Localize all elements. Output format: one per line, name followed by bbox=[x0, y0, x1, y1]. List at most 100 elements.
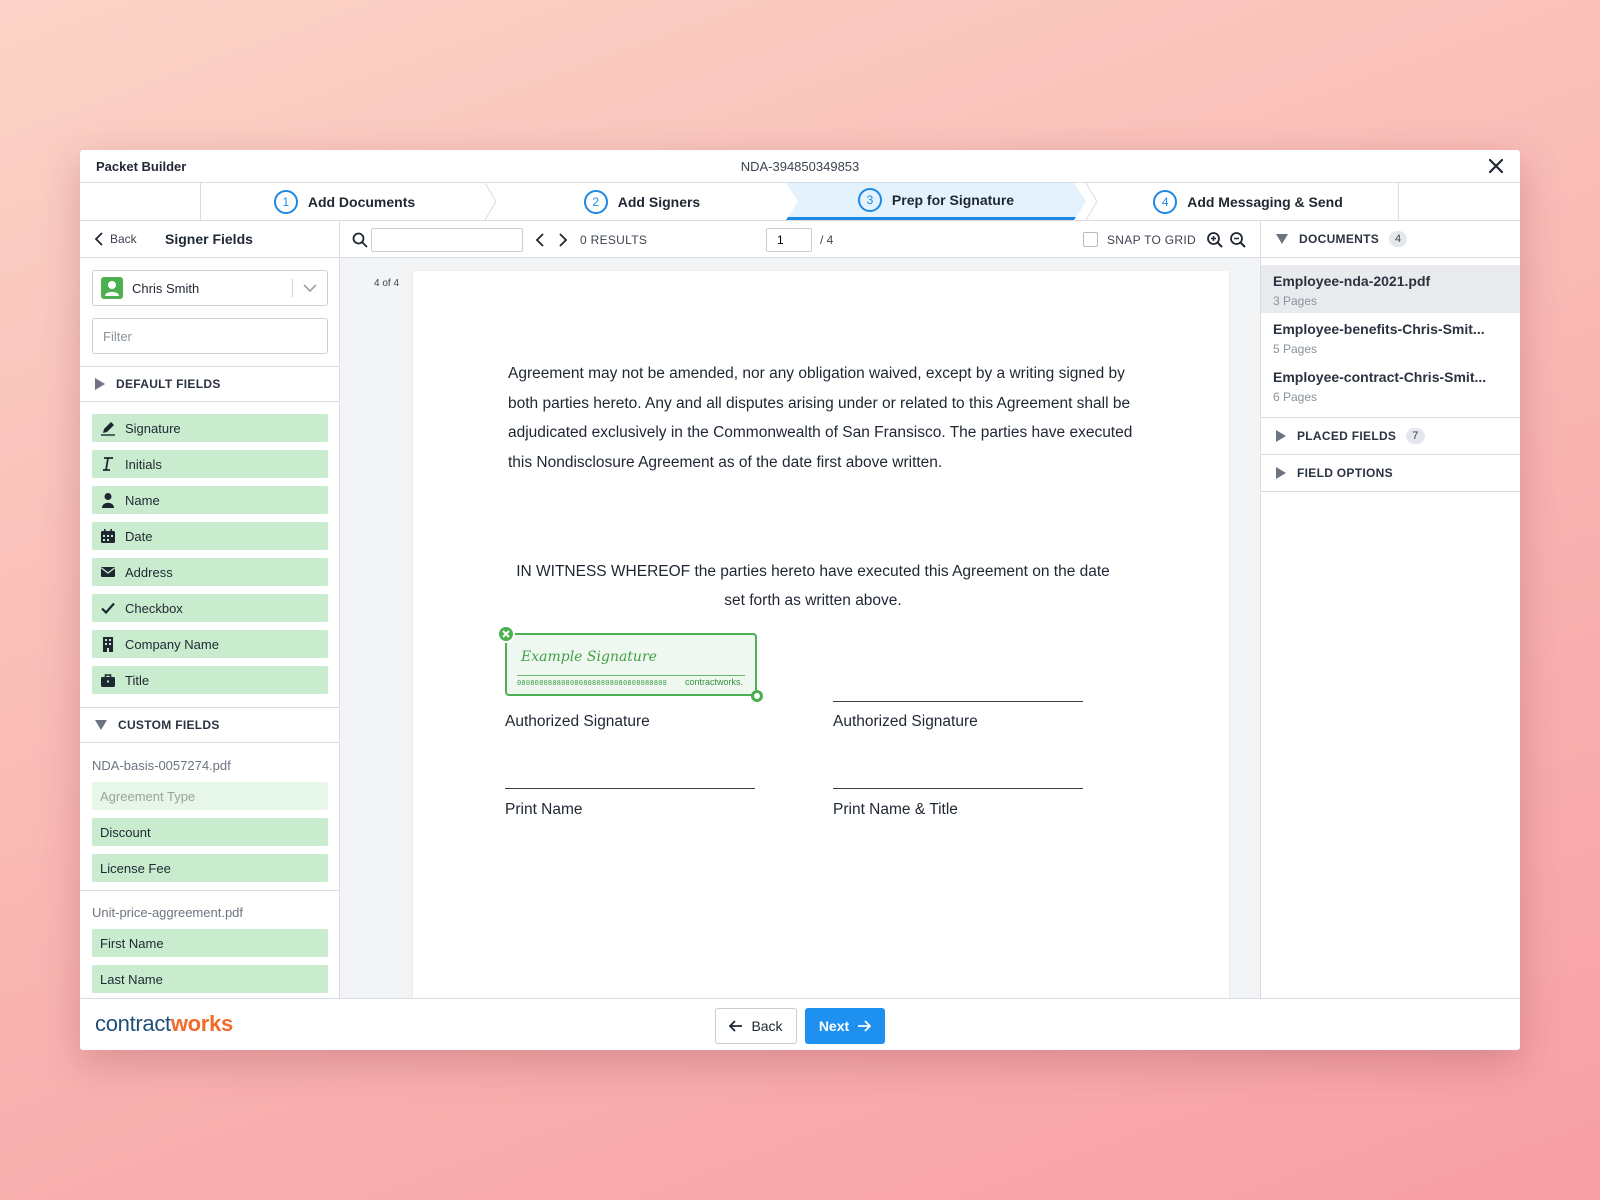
count-badge: 7 bbox=[1406, 428, 1425, 444]
document-id: NDA-394850349853 bbox=[740, 159, 860, 174]
zoom-in-icon[interactable] bbox=[1206, 231, 1224, 249]
check-icon bbox=[100, 600, 116, 616]
title-bar: Packet Builder NDA-394850349853 bbox=[80, 150, 1520, 183]
step-number: 3 bbox=[857, 188, 882, 212]
custom-fields-header[interactable]: CUSTOM FIELDS bbox=[80, 707, 339, 743]
field-agreement-type[interactable]: Agreement Type bbox=[92, 782, 328, 810]
panel-back-link[interactable]: Back bbox=[94, 232, 137, 246]
field-label: Initials bbox=[125, 456, 162, 472]
field-label: First Name bbox=[100, 935, 164, 951]
step-label: Add Documents bbox=[307, 193, 416, 210]
field-checkbox[interactable]: Checkbox bbox=[92, 594, 328, 622]
panel-header: Back Signer Fields bbox=[80, 221, 339, 258]
step-add-documents[interactable]: 1 Add Documents bbox=[202, 183, 487, 220]
person-icon bbox=[100, 492, 116, 508]
caret-down-icon bbox=[1276, 234, 1288, 244]
print-name-title-label: Print Name & Title bbox=[833, 801, 958, 818]
field-label: License Fee bbox=[100, 860, 171, 876]
step-divider-icon bbox=[484, 183, 497, 220]
field-discount[interactable]: Discount bbox=[92, 818, 328, 846]
building-icon bbox=[100, 636, 116, 652]
field-label: Address bbox=[125, 564, 173, 580]
button-label: Next bbox=[818, 1018, 850, 1034]
calendar-icon bbox=[100, 528, 116, 544]
caret-down-icon bbox=[95, 720, 107, 730]
packet-builder-window: Packet Builder NDA-394850349853 1 Add Do… bbox=[80, 150, 1520, 1050]
step-number: 2 bbox=[583, 189, 608, 214]
field-label: Discount bbox=[100, 824, 151, 840]
witness-paragraph: IN WITNESS WHEREOF the parties hereto ha… bbox=[516, 563, 1110, 609]
default-fields-list: Signature Initials Name Date Address Che… bbox=[92, 414, 328, 702]
step-add-signers[interactable]: 2 Add Signers bbox=[497, 183, 787, 220]
field-name[interactable]: Name bbox=[92, 486, 328, 514]
search-icon[interactable] bbox=[352, 232, 368, 248]
divider bbox=[80, 890, 339, 891]
page-total: / 4 bbox=[820, 233, 834, 247]
page-number-input[interactable] bbox=[766, 228, 812, 252]
field-label: Name bbox=[125, 492, 160, 508]
logo-part: contract bbox=[95, 1011, 171, 1036]
remove-field-icon[interactable] bbox=[497, 625, 515, 643]
document-item[interactable]: Employee-contract-Chris-Smit... 6 Pages bbox=[1261, 361, 1520, 409]
document-page[interactable]: Agreement may not be amended, nor any ob… bbox=[413, 271, 1229, 998]
placed-fields-header[interactable]: PLACED FIELDS 7 bbox=[1261, 418, 1520, 455]
field-last-name[interactable]: Last Name bbox=[92, 965, 328, 993]
documents-header[interactable]: DOCUMENTS 4 bbox=[1261, 221, 1520, 258]
field-options-header[interactable]: FIELD OPTIONS bbox=[1261, 455, 1520, 492]
authorized-signature-label: Authorized Signature bbox=[505, 713, 650, 730]
field-title[interactable]: Title bbox=[92, 666, 328, 694]
document-item[interactable]: Employee-benefits-Chris-Smit... 5 Pages bbox=[1261, 313, 1520, 361]
agreement-paragraph: Agreement may not be amended, nor any ob… bbox=[508, 365, 1133, 471]
field-company-name[interactable]: Company Name bbox=[92, 630, 328, 658]
caret-right-icon bbox=[1276, 430, 1286, 442]
signature-line bbox=[833, 788, 1083, 789]
chevron-right-icon[interactable] bbox=[557, 232, 569, 248]
field-initials[interactable]: Initials bbox=[92, 450, 328, 478]
snap-to-grid-checkbox[interactable] bbox=[1083, 232, 1098, 247]
text-cursor-icon bbox=[100, 456, 116, 472]
documents-list: Employee-nda-2021.pdf 3 Pages Employee-b… bbox=[1261, 258, 1520, 418]
field-date[interactable]: Date bbox=[92, 522, 328, 550]
caret-right-icon bbox=[1276, 467, 1286, 479]
page-counter: 4 of 4 bbox=[374, 278, 400, 289]
search-input[interactable] bbox=[371, 228, 523, 252]
field-label: Last Name bbox=[100, 971, 163, 987]
field-first-name[interactable]: First Name bbox=[92, 929, 328, 957]
signature-line bbox=[833, 701, 1083, 702]
placed-signature-field[interactable]: Example Signature 0808080808080808080808… bbox=[497, 625, 763, 702]
default-fields-header[interactable]: DEFAULT FIELDS bbox=[80, 366, 339, 402]
field-signature[interactable]: Signature bbox=[92, 414, 328, 442]
close-icon[interactable] bbox=[1486, 156, 1506, 176]
step-prep-for-signature[interactable]: 3 Prep for Signature bbox=[786, 183, 1086, 220]
arrow-right-icon bbox=[858, 1020, 872, 1032]
zoom-out-icon[interactable] bbox=[1229, 231, 1247, 249]
back-button[interactable]: Back bbox=[715, 1008, 797, 1044]
signature-example-text: Example Signature bbox=[521, 649, 657, 665]
document-pages: 6 Pages bbox=[1273, 390, 1318, 404]
person-icon bbox=[101, 277, 123, 299]
panel-title: Signer Fields bbox=[165, 231, 253, 247]
section-title: CUSTOM FIELDS bbox=[118, 718, 220, 732]
next-button[interactable]: Next bbox=[805, 1008, 885, 1044]
custom-file-name: NDA-basis-0057274.pdf bbox=[92, 758, 231, 773]
document-item[interactable]: Employee-nda-2021.pdf 3 Pages bbox=[1261, 265, 1520, 313]
chevron-left-icon[interactable] bbox=[534, 232, 546, 248]
stepper-spacer bbox=[1398, 183, 1520, 220]
filter-input[interactable] bbox=[92, 318, 328, 354]
signer-select[interactable]: Chris Smith bbox=[92, 270, 328, 306]
contractworks-logo: contractworks bbox=[95, 1011, 233, 1037]
field-label: Date bbox=[125, 528, 153, 544]
step-add-messaging-send[interactable]: 4 Add Messaging & Send bbox=[1098, 183, 1398, 220]
field-license-fee[interactable]: License Fee bbox=[92, 854, 328, 882]
field-label: Checkbox bbox=[125, 600, 183, 616]
viewer-toolbar: 0 RESULTS / 4 SNAP TO GRID bbox=[340, 221, 1260, 258]
logo-part: works bbox=[170, 1011, 233, 1036]
resize-handle[interactable] bbox=[751, 690, 763, 702]
step-number: 1 bbox=[273, 189, 298, 214]
signer-fields-panel: Back Signer Fields Chris Smith DEFAULT F… bbox=[80, 221, 340, 998]
field-address[interactable]: Address bbox=[92, 558, 328, 586]
arrow-left-icon bbox=[729, 1020, 743, 1032]
step-divider-icon bbox=[1085, 183, 1098, 220]
section-title: DEFAULT FIELDS bbox=[116, 377, 221, 391]
chevron-left-icon bbox=[94, 232, 103, 246]
